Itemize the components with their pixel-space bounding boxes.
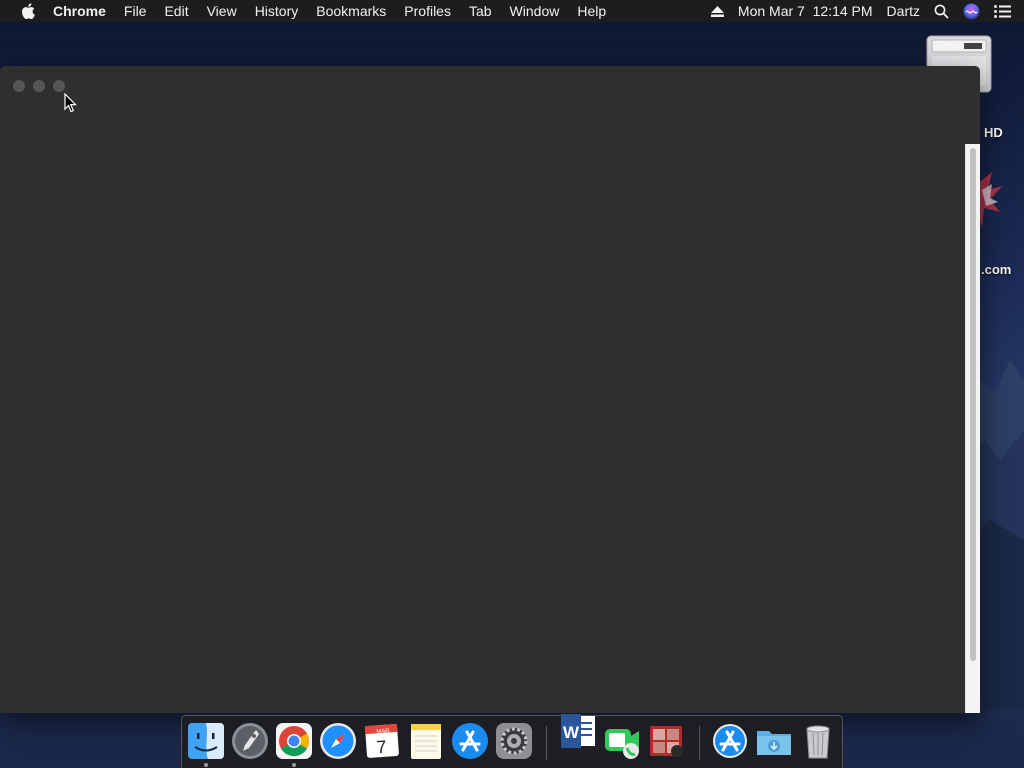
menu-bookmarks[interactable]: Bookmarks [316, 3, 386, 19]
menu-history[interactable]: History [255, 3, 299, 19]
calendar-day-text: 7 [376, 737, 387, 758]
app-store-2-icon[interactable] [711, 721, 749, 761]
spotlight-search-icon[interactable] [934, 4, 949, 19]
photo-booth-icon[interactable] [647, 721, 685, 761]
menu-window[interactable]: Window [510, 3, 560, 19]
trash-icon[interactable] [799, 721, 837, 761]
app-store-icon[interactable] [451, 721, 489, 761]
scrollbar-thumb[interactable] [970, 148, 976, 661]
window-minimize-button[interactable] [33, 80, 45, 92]
menu-bar: Chrome File Edit View History Bookmarks … [0, 0, 1024, 22]
launchpad-icon[interactable] [231, 721, 269, 761]
menu-app-name[interactable]: Chrome [53, 3, 106, 19]
calendar-month-text: MAR [376, 728, 390, 735]
system-preferences-icon[interactable] [495, 721, 533, 761]
apple-menu-icon[interactable] [19, 3, 37, 19]
menu-help[interactable]: Help [577, 3, 606, 19]
facetime-icon[interactable] [603, 721, 641, 761]
vertical-scrollbar[interactable] [965, 144, 980, 713]
notes-icon[interactable] [407, 721, 445, 761]
menu-file[interactable]: File [124, 3, 147, 19]
chrome-window[interactable] [0, 66, 980, 713]
menubar-user[interactable]: Dartz [887, 3, 920, 19]
chrome-icon[interactable] [275, 721, 313, 761]
menu-tab[interactable]: Tab [469, 3, 492, 19]
dock-separator [546, 726, 547, 760]
mouse-pointer-icon [64, 92, 78, 113]
notification-center-icon[interactable] [994, 4, 1011, 18]
window-zoom-button[interactable] [53, 80, 65, 92]
dock: MAR 7 W [181, 712, 843, 768]
menu-edit[interactable]: Edit [164, 3, 188, 19]
menubar-clock[interactable]: Mon Mar 7 12:14 PM [738, 3, 873, 19]
window-close-button[interactable] [13, 80, 25, 92]
downloads-folder-icon[interactable] [755, 721, 793, 761]
word-icon[interactable]: W [559, 712, 597, 752]
eject-icon[interactable] [710, 5, 724, 17]
web-shortcut-label: .com [981, 262, 1012, 277]
dock-separator [699, 726, 700, 760]
hard-drive-label: HD [984, 125, 1003, 140]
web-shortcut-icon[interactable] [978, 172, 1004, 238]
chrome-running-indicator [292, 763, 296, 767]
menu-profiles[interactable]: Profiles [404, 3, 451, 19]
finder-running-indicator [204, 763, 208, 767]
safari-icon[interactable] [319, 721, 357, 761]
siri-icon[interactable] [963, 3, 980, 20]
calendar-icon[interactable]: MAR 7 [363, 721, 401, 761]
menu-view[interactable]: View [207, 3, 237, 19]
finder-icon[interactable] [187, 721, 225, 761]
word-letter: W [563, 723, 580, 742]
